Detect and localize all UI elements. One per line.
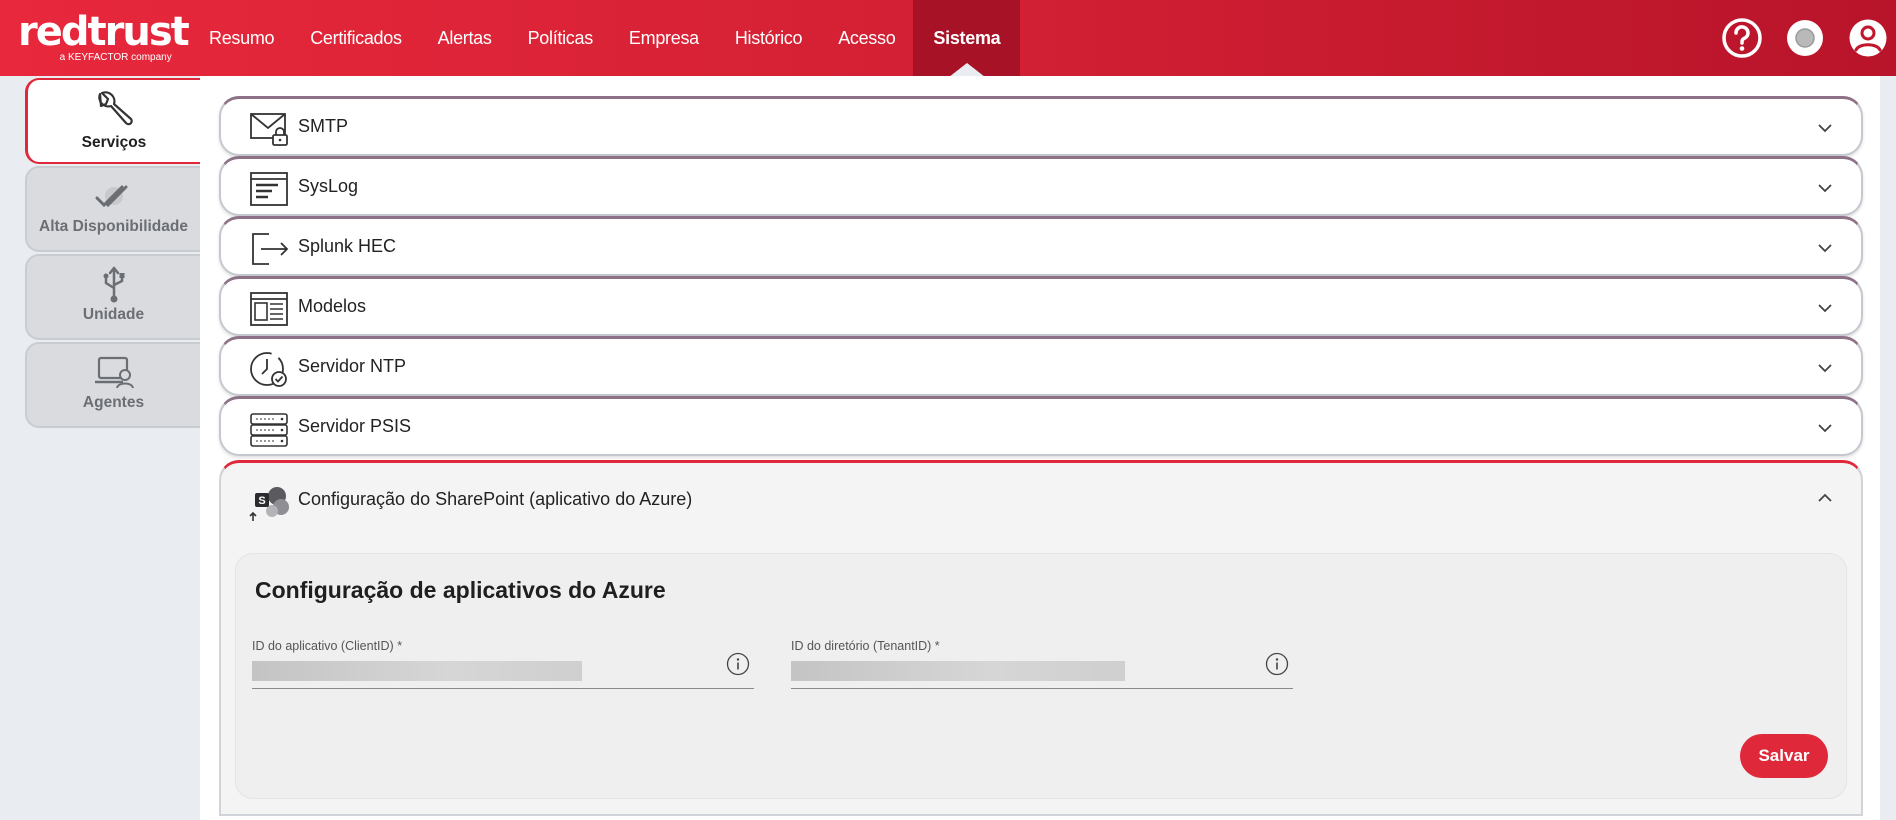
- sidebar-item-label: Alta Disponibilidade: [39, 218, 188, 235]
- card-title: Configuração de aplicativos do Azure: [255, 577, 666, 603]
- mail-lock-icon: [250, 113, 288, 146]
- sidebar-item-label: Agentes: [82, 394, 145, 411]
- field-label: ID do aplicativo (ClientID) *: [252, 639, 403, 653]
- nav-acesso[interactable]: Acesso: [820, 0, 913, 76]
- usb-icon: [103, 266, 124, 303]
- double-check-icon: [95, 185, 127, 208]
- nav-sistema[interactable]: Sistema: [913, 0, 1021, 77]
- agent-laptop-icon: [94, 356, 134, 389]
- sidebar-item-label: Serviços: [81, 134, 147, 151]
- redtrust-logo[interactable]: redtrust a KEYFACTOR company: [18, 9, 190, 63]
- info-icon[interactable]: [1265, 652, 1289, 676]
- panel-smtp[interactable]: SMTP: [219, 96, 1863, 156]
- chevron-down-icon[interactable]: [1817, 423, 1833, 433]
- panel-servidor-psis[interactable]: Servidor PSIS: [219, 396, 1863, 456]
- panel-title: SMTP: [298, 116, 349, 136]
- panel-servidor-ntp[interactable]: Servidor NTP: [219, 336, 1863, 396]
- panel-splunk-hec[interactable]: Splunk HEC: [219, 216, 1863, 276]
- panel-sharepoint-azure: S Configuração do SharePoint (aplicativo…: [219, 460, 1863, 816]
- redacted-value: [791, 661, 1125, 681]
- azure-config-card: Configuração de aplicativos do Azure ID …: [235, 553, 1847, 799]
- panel-syslog[interactable]: SysLog: [219, 156, 1863, 216]
- panel-modelos[interactable]: Modelos: [219, 276, 1863, 336]
- sharepoint-icon: S: [249, 487, 289, 521]
- client-id-field[interactable]: ID do aplicativo (ClientID) *: [252, 639, 754, 689]
- top-navigation-bar: redtrust a KEYFACTOR company Resumo Cert…: [0, 0, 1896, 77]
- tenant-id-field[interactable]: ID do diretório (TenantID) *: [791, 639, 1293, 689]
- chevron-down-icon[interactable]: [1817, 183, 1833, 193]
- sidebar-item-servicos[interactable]: Serviços: [25, 78, 200, 164]
- export-arrow-icon: [252, 233, 289, 265]
- panel-title: Splunk HEC: [298, 236, 397, 256]
- svg-text:S: S: [258, 495, 265, 507]
- panel-title: Modelos: [298, 296, 367, 316]
- main-nav: Resumo Certificados Alertas Políticas Em…: [191, 0, 1021, 77]
- chevron-up-icon[interactable]: [1817, 493, 1833, 503]
- panel-title: Configuração do SharePoint (aplicativo d…: [298, 489, 693, 509]
- redacted-value: [252, 661, 582, 681]
- nav-certificados[interactable]: Certificados: [292, 0, 419, 76]
- logo-text: redtrust: [18, 9, 190, 55]
- server-stack-icon: [250, 413, 288, 447]
- panel-title: SysLog: [298, 176, 359, 196]
- log-window-icon: [250, 172, 288, 206]
- chevron-down-icon[interactable]: [1817, 123, 1833, 133]
- sidebar-item-alta-disponibilidade[interactable]: Alta Disponibilidade: [25, 166, 200, 252]
- nav-historico[interactable]: Histórico: [717, 0, 820, 76]
- sidebar-item-label: Unidade: [82, 306, 145, 323]
- clock-check-icon: [250, 352, 287, 387]
- panel-title: Servidor NTP: [298, 356, 407, 376]
- status-circle-icon[interactable]: [1785, 18, 1825, 58]
- user-account-icon[interactable]: [1848, 18, 1888, 58]
- panel-header[interactable]: S Configuração do SharePoint (aplicativo…: [221, 463, 1861, 539]
- save-button[interactable]: Salvar: [1740, 734, 1828, 778]
- sidebar: Serviços Alta Disponibilidade Unidade Ag…: [25, 78, 200, 430]
- field-label: ID do diretório (TenantID) *: [791, 639, 940, 653]
- nav-alertas[interactable]: Alertas: [420, 0, 510, 76]
- nav-resumo[interactable]: Resumo: [191, 0, 292, 76]
- info-icon[interactable]: [726, 652, 750, 676]
- chevron-down-icon[interactable]: [1817, 243, 1833, 253]
- services-accordion: SMTP SysLog Splunk HEC Modelos Servidor …: [219, 96, 1863, 816]
- nav-politicas[interactable]: Políticas: [510, 0, 611, 76]
- sidebar-item-agentes[interactable]: Agentes: [25, 342, 200, 428]
- wrench-icon: [98, 91, 133, 126]
- sidebar-item-unidade[interactable]: Unidade: [25, 254, 200, 340]
- template-icon: [250, 292, 288, 326]
- chevron-down-icon[interactable]: [1817, 363, 1833, 373]
- help-icon[interactable]: [1722, 18, 1762, 58]
- chevron-down-icon[interactable]: [1817, 303, 1833, 313]
- nav-empresa[interactable]: Empresa: [611, 0, 717, 76]
- panel-title: Servidor PSIS: [298, 416, 412, 436]
